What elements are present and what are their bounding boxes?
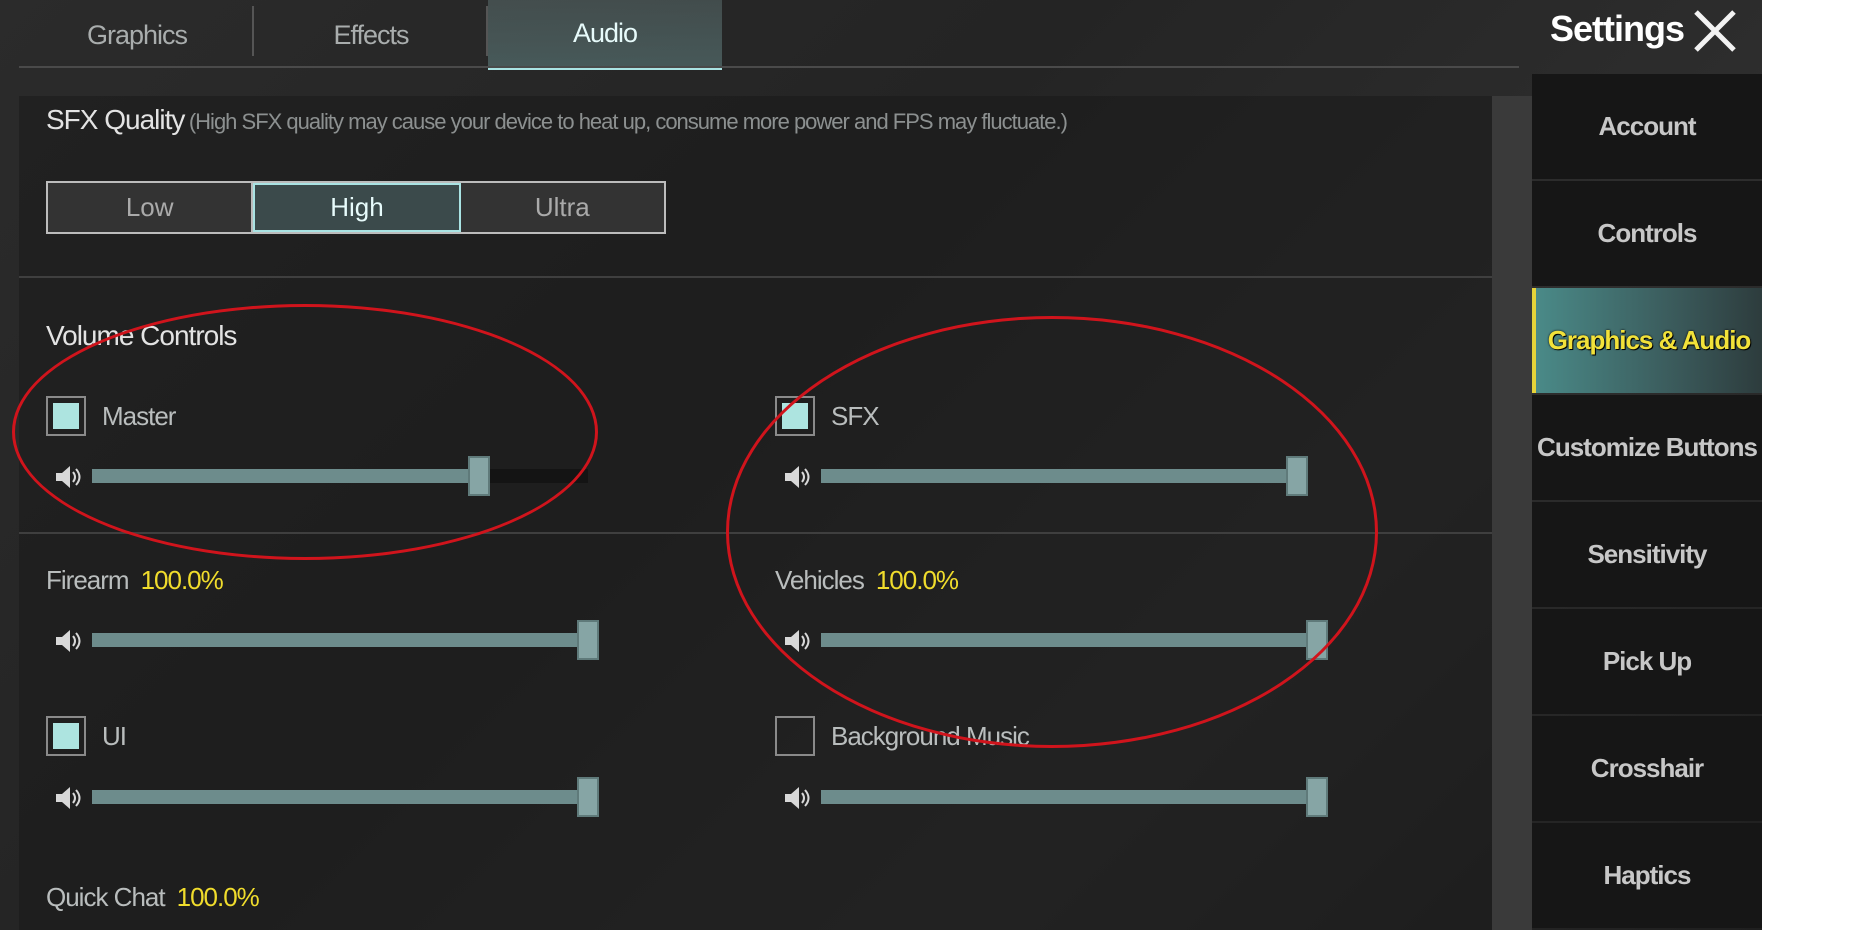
sfx-quality-title: SFX Quality bbox=[46, 104, 185, 135]
close-x-icon bbox=[1694, 10, 1736, 52]
game-settings-screen: Graphics Effects Audio Settings Account … bbox=[0, 0, 1762, 930]
background-music-volume-slider[interactable] bbox=[783, 777, 1343, 817]
speaker-icon bbox=[56, 630, 81, 652]
sidebar-item-sensitivity[interactable]: Sensitivity bbox=[1532, 502, 1762, 607]
ui-checkbox[interactable] bbox=[46, 716, 86, 756]
firearm-label: Firearm bbox=[46, 565, 130, 595]
quick-chat-label: Quick Chat bbox=[46, 882, 166, 912]
sidebar-item-controls[interactable]: Controls bbox=[1532, 181, 1762, 286]
quick-chat-header: Quick Chat 100.0% bbox=[46, 882, 260, 913]
settings-sidebar: Account Controls Graphics & Audio Custom… bbox=[1532, 74, 1762, 930]
slider-thumb[interactable] bbox=[577, 620, 599, 660]
slider-fill bbox=[821, 790, 1317, 804]
firearm-percent: 100.0% bbox=[140, 565, 224, 595]
slider-thumb[interactable] bbox=[577, 777, 599, 817]
firearm-volume-slider[interactable] bbox=[54, 620, 614, 660]
slider-thumb[interactable] bbox=[1306, 777, 1328, 817]
checkbox-fill bbox=[53, 723, 79, 749]
annotation-ellipse-sfx-vehicles bbox=[726, 316, 1378, 748]
slider-track[interactable] bbox=[92, 777, 599, 817]
sfx-quality-ultra[interactable]: Ultra bbox=[461, 183, 664, 232]
sfx-quality-header: SFX Quality (High SFX quality may cause … bbox=[46, 104, 1068, 136]
ui-volume-slider[interactable] bbox=[54, 777, 614, 817]
section-divider bbox=[19, 276, 1492, 278]
speaker-icon bbox=[785, 787, 810, 809]
panel-scroll-strip bbox=[1492, 96, 1532, 930]
sidebar-item-graphics-audio[interactable]: Graphics & Audio bbox=[1532, 288, 1762, 393]
sidebar-item-crosshair[interactable]: Crosshair bbox=[1532, 716, 1762, 821]
slider-fill bbox=[92, 633, 588, 647]
sidebar-item-pick-up[interactable]: Pick Up bbox=[1532, 609, 1762, 714]
annotation-ellipse-master bbox=[12, 304, 598, 560]
sidebar-item-haptics[interactable]: Haptics bbox=[1532, 823, 1762, 928]
slider-fill bbox=[92, 790, 588, 804]
sfx-quality-note: (High SFX quality may cause your device … bbox=[188, 109, 1068, 134]
sfx-quality-low[interactable]: Low bbox=[48, 183, 254, 232]
tab-audio[interactable]: Audio bbox=[488, 0, 722, 70]
tab-graphics[interactable]: Graphics bbox=[20, 0, 254, 70]
background-music-checkbox[interactable] bbox=[775, 716, 815, 756]
sfx-quality-high[interactable]: High bbox=[253, 183, 461, 232]
ui-label: UI bbox=[102, 721, 127, 751]
sidebar-item-customize-buttons[interactable]: Customize Buttons bbox=[1532, 395, 1762, 500]
slider-track[interactable] bbox=[92, 620, 599, 660]
close-button[interactable] bbox=[1690, 6, 1740, 56]
slider-track[interactable] bbox=[821, 777, 1328, 817]
tab-effects[interactable]: Effects bbox=[254, 0, 488, 70]
tab-underline bbox=[19, 66, 1519, 68]
firearm-header: Firearm 100.0% bbox=[46, 565, 224, 596]
speaker-icon bbox=[56, 787, 81, 809]
sidebar-item-account[interactable]: Account bbox=[1532, 74, 1762, 179]
settings-title: Settings bbox=[1550, 8, 1685, 49]
quick-chat-percent: 100.0% bbox=[176, 882, 260, 912]
sfx-quality-selector: Low High Ultra bbox=[46, 181, 666, 234]
